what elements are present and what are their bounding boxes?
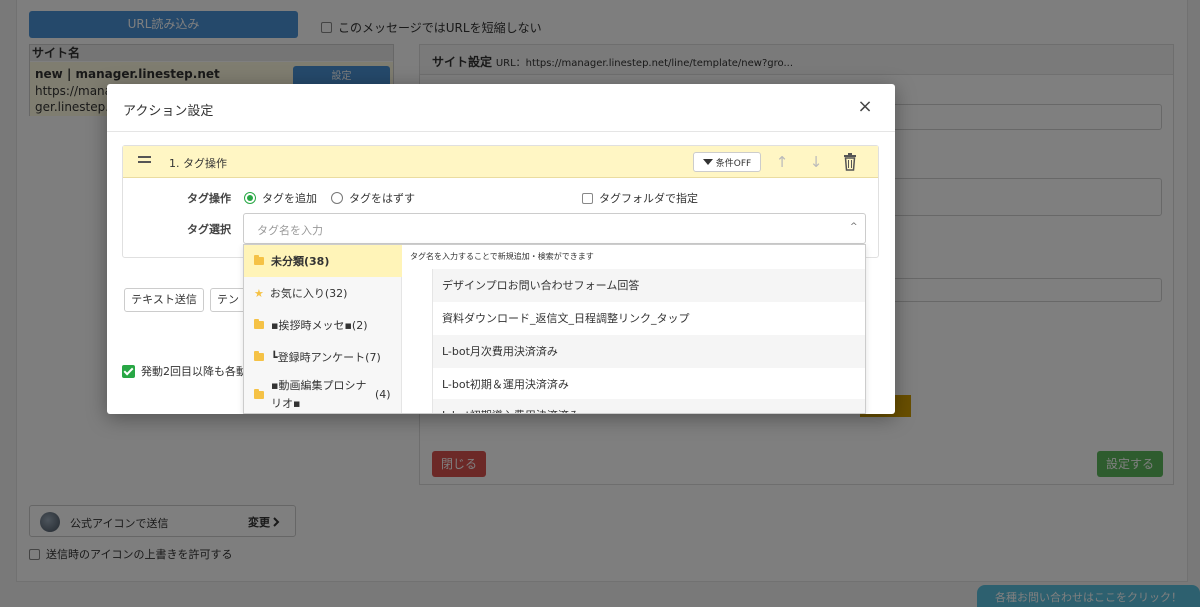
add-tag-label: タグを追加 (262, 192, 317, 205)
folder-label: お気に入り(32) (269, 287, 348, 300)
tag-search-placeholder: タグ名を入力 (257, 224, 323, 237)
tag-folder-label: タグフォルダで指定 (599, 192, 698, 205)
folder-icon (254, 319, 264, 329)
star-icon: ★ (254, 286, 264, 300)
drag-handle-icon[interactable] (138, 156, 151, 165)
tag-dropdown: 未分類(38) ★ お気に入り(32) ▪挨拶時メッセ▪(2) ┗登録時アンケー… (243, 244, 866, 414)
repeat-trigger-checkbox[interactable] (122, 364, 135, 378)
condition-off-button[interactable]: 条件OFF (693, 152, 761, 172)
action-settings-modal: アクション設定 × 1. タグ操作 条件OFF ↑ ↓ タグ操作 タグを追加 タ… (107, 84, 895, 414)
tag-option[interactable]: L-bot初期＆運用決済済み (432, 368, 865, 401)
condition-label: 条件OFF (715, 158, 752, 169)
folder-icon (254, 351, 264, 361)
folder-item[interactable]: ┗登録時アンケート(7) (244, 341, 402, 373)
tag-option[interactable]: 資料ダウンロード_返信文_日程調整リンク_タップ (432, 302, 865, 335)
folder-label: ▪動画編集プロシナリオ▪ (271, 379, 367, 410)
action-title: 1. タグ操作 (169, 157, 227, 170)
folder-item[interactable]: ▪挨拶時メッセ▪(2) (244, 309, 402, 341)
text-send-button[interactable]: テキスト送信 (124, 288, 204, 312)
folder-count: (4) (375, 388, 391, 401)
repeat-trigger-label: 発動2回目以降も各動 (141, 365, 247, 378)
folder-open-icon (254, 255, 264, 265)
tag-hint: タグ名を入力することで新規追加・検索ができます (410, 252, 594, 261)
remove-tag-radio[interactable] (331, 192, 343, 204)
tag-folder-checkbox[interactable] (582, 192, 593, 204)
folder-list: 未分類(38) ★ お気に入り(32) ▪挨拶時メッセ▪(2) ┗登録時アンケー… (244, 245, 402, 413)
tag-option[interactable]: デザインプロお問い合わせフォーム回答 (432, 269, 865, 302)
tag-option[interactable]: L-bot月次費用決済済み (432, 335, 865, 368)
tag-folder-option[interactable]: タグフォルダで指定 (582, 190, 698, 206)
move-up-icon[interactable]: ↑ (775, 152, 789, 172)
action-block: 1. タグ操作 条件OFF ↑ ↓ タグ操作 タグを追加 タグをはずす タグフォ… (122, 145, 879, 258)
close-icon[interactable]: × (854, 96, 876, 118)
tag-operation-radios: タグを追加 タグをはずす (244, 190, 415, 206)
folder-item[interactable]: ▪動画編集プロシナリオ▪ (4) (244, 377, 402, 413)
action-header: 1. タグ操作 条件OFF ↑ ↓ (123, 146, 878, 178)
folder-item[interactable]: 未分類(38) (244, 245, 402, 277)
tag-operation-label: タグ操作 (187, 192, 231, 205)
folder-item[interactable]: ★ お気に入り(32) (244, 277, 402, 309)
folder-label: 未分類(38) (271, 255, 330, 268)
tag-select-label: タグ選択 (187, 223, 231, 236)
tag-option[interactable]: L-bot初期導入費用決済済み (432, 399, 865, 413)
modal-title: アクション設定 (123, 104, 214, 119)
folder-icon (254, 389, 264, 399)
folder-label: ┗登録時アンケート(7) (271, 351, 381, 364)
folder-label: ▪挨拶時メッセ▪(2) (271, 319, 368, 332)
filter-icon (702, 159, 713, 165)
add-tag-radio[interactable] (244, 192, 256, 204)
modal-header: アクション設定 × (107, 84, 895, 132)
remove-tag-label: タグをはずす (349, 192, 415, 205)
caret-up-icon: ^ (850, 222, 858, 232)
repeat-trigger-option[interactable]: 発動2回目以降も各動 (122, 363, 247, 379)
tag-search-input[interactable]: タグ名を入力 ^ (243, 213, 866, 244)
trash-icon[interactable] (843, 153, 857, 171)
move-down-icon[interactable]: ↓ (809, 152, 823, 172)
